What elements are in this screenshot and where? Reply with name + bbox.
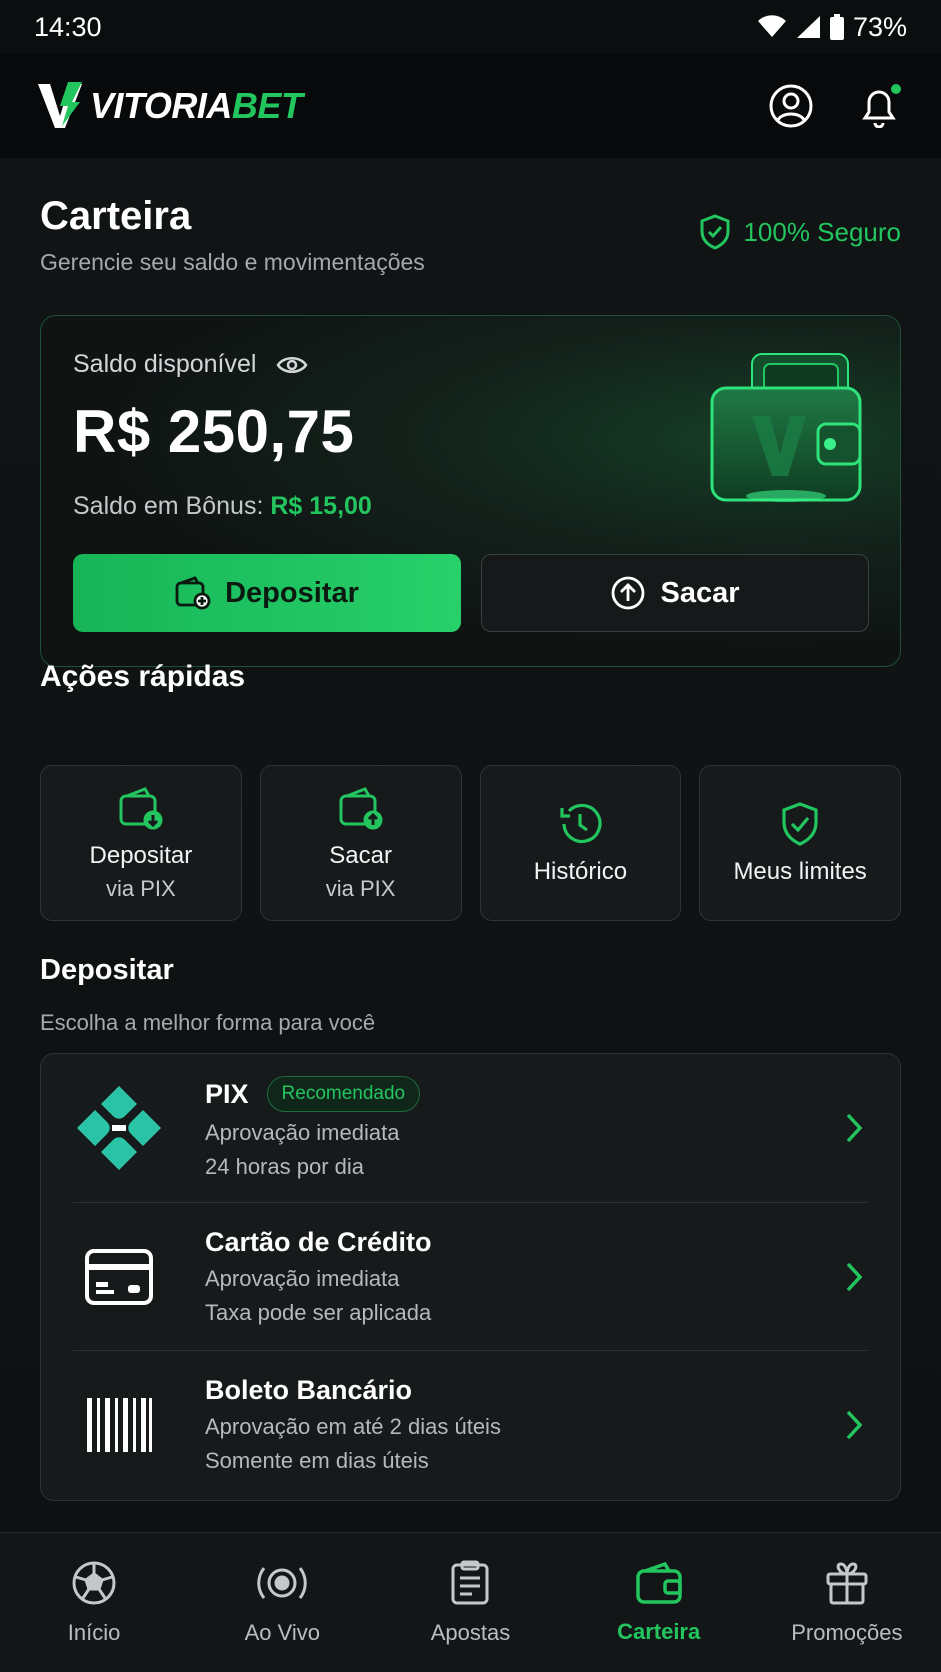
eye-icon[interactable] bbox=[276, 354, 308, 376]
quick-my-limits[interactable]: Meus limites bbox=[699, 765, 901, 921]
battery-level: 73% bbox=[852, 11, 907, 42]
pix-icon bbox=[77, 1086, 161, 1170]
method-credit-card[interactable]: Cartão de Crédito Aprovação imediata Tax… bbox=[73, 1202, 868, 1350]
balance-label: Saldo disponível bbox=[73, 350, 257, 378]
deposit-methods-list: PIX Recomendado Aprovação imediata 24 ho… bbox=[40, 1053, 901, 1501]
quick-actions-grid: Depositar via PIX Sacar via PIX Históric… bbox=[40, 765, 901, 921]
status-time: 14:30 bbox=[34, 11, 102, 42]
wallet-deposit-icon bbox=[119, 787, 163, 830]
status-bar: 14:30 73% bbox=[0, 0, 941, 54]
quick-actions-title: Ações rápidas bbox=[40, 660, 246, 693]
logo-v-icon bbox=[38, 82, 82, 128]
deposit-button[interactable]: Depositar bbox=[73, 554, 461, 632]
wallet-plus-icon bbox=[175, 576, 211, 610]
notification-dot bbox=[891, 84, 901, 94]
quick-withdraw-pix[interactable]: Sacar via PIX bbox=[259, 765, 462, 921]
method-pix[interactable]: PIX Recomendado Aprovação imediata 24 ho… bbox=[41, 1054, 900, 1202]
brand-name: VITORIABET bbox=[90, 85, 303, 126]
status-icons: 73% bbox=[757, 12, 907, 43]
history-icon bbox=[560, 803, 602, 844]
bonus-value: R$ 15,00 bbox=[270, 492, 372, 520]
wifi-icon bbox=[757, 15, 786, 37]
wallet-illustration-icon bbox=[710, 353, 862, 502]
secure-badge: 100% Seguro bbox=[699, 214, 901, 250]
nav-item-carteira[interactable]: Carteira bbox=[565, 1561, 753, 1645]
top-bar: VITORIABET bbox=[0, 54, 941, 158]
battery-icon bbox=[829, 14, 844, 40]
betslip-icon bbox=[451, 1560, 489, 1604]
shield-check-icon bbox=[700, 214, 730, 250]
nav-item-inicio[interactable]: Início bbox=[0, 1560, 188, 1646]
wallet-withdraw-icon bbox=[339, 787, 383, 830]
deposit-section-subtitle: Escolha a melhor forma para você bbox=[40, 1010, 376, 1035]
method-title: Cartão de Crédito bbox=[205, 1227, 432, 1257]
nav-item-ao-vivo[interactable]: Ao Vivo bbox=[188, 1560, 376, 1646]
balance-card: Saldo disponível R$ 250,75 Saldo em Bônu… bbox=[40, 315, 901, 667]
barcode-icon bbox=[87, 1397, 152, 1452]
chevron-right-icon bbox=[846, 1262, 863, 1291]
recommended-badge: Recomendado bbox=[266, 1076, 421, 1112]
wallet-page: Carteira Gerencie seu saldo e movimentaç… bbox=[0, 158, 941, 1532]
deposit-section-title: Depositar bbox=[40, 954, 174, 986]
user-icon bbox=[769, 84, 813, 128]
chevron-right-icon bbox=[846, 1410, 863, 1439]
bottom-navigation: Início Ao Vivo Apostas Carteira Promoçõe… bbox=[0, 1532, 941, 1672]
arrow-up-circle-icon bbox=[612, 576, 645, 610]
signal-icon bbox=[796, 16, 820, 38]
method-title: Boleto Bancário bbox=[205, 1375, 413, 1405]
shield-check-icon bbox=[782, 802, 818, 846]
method-boleto[interactable]: Boleto Bancário Aprovação em até 2 dias … bbox=[73, 1350, 868, 1498]
live-icon bbox=[257, 1566, 308, 1599]
gift-icon bbox=[826, 1561, 868, 1604]
chevron-right-icon bbox=[846, 1113, 863, 1143]
secure-label: 100% Seguro bbox=[743, 216, 901, 247]
credit-card-icon bbox=[85, 1248, 153, 1305]
quick-history[interactable]: Histórico bbox=[479, 765, 682, 921]
nav-item-apostas[interactable]: Apostas bbox=[376, 1560, 564, 1646]
withdraw-button[interactable]: Sacar bbox=[481, 554, 869, 632]
page-header: Carteira Gerencie seu saldo e movimentaç… bbox=[40, 194, 901, 276]
method-title: PIX bbox=[205, 1078, 249, 1109]
wallet-icon bbox=[635, 1561, 682, 1604]
soccer-ball-icon bbox=[72, 1561, 116, 1604]
profile-button[interactable] bbox=[767, 82, 815, 130]
notifications-button[interactable] bbox=[855, 82, 903, 130]
page-subtitle: Gerencie seu saldo e movimentações bbox=[40, 249, 425, 275]
quick-deposit-pix[interactable]: Depositar via PIX bbox=[40, 765, 242, 921]
brand-logo[interactable]: VITORIABET bbox=[38, 82, 303, 130]
nav-item-promocoes[interactable]: Promoções bbox=[753, 1560, 941, 1646]
